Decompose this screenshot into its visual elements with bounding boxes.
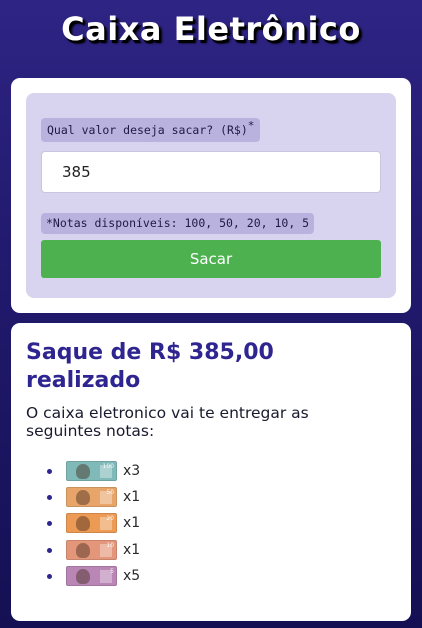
note-count: x5 — [123, 567, 141, 584]
withdraw-form-card: Qual valor deseja sacar? (R$)* *Notas di… — [11, 78, 411, 313]
note-count: x3 — [123, 463, 141, 480]
withdraw-form: Qual valor deseja sacar? (R$)* *Notas di… — [26, 93, 396, 298]
banknote-10-icon: 10 — [66, 539, 117, 560]
note-item: 50 x1 — [26, 484, 140, 510]
app-title: Caixa Eletrônico — [61, 10, 361, 48]
required-mark: * — [247, 119, 255, 132]
note-item: 100 x3 — [26, 458, 140, 484]
banknote-50-icon: 50 — [66, 487, 117, 508]
bullet — [47, 495, 52, 501]
notes-list: 100 x3 50 x1 20 x1 10 x1 5 x5 — [26, 458, 140, 589]
result-title: Saque de R$ 385,00 realizado — [26, 340, 274, 393]
note-item: 10 x1 — [26, 537, 140, 563]
banknote-denomination: 5 — [110, 567, 114, 575]
bullet — [47, 469, 52, 474]
amount-input[interactable] — [41, 151, 381, 193]
banknote-20-icon: 20 — [66, 513, 117, 534]
banknote-denomination: 20 — [106, 515, 114, 523]
amount-label-text: Qual valor deseja sacar? (R$) — [47, 123, 248, 137]
result-card: Saque de R$ 385,00 realizado O caixa ele… — [11, 323, 411, 621]
bullet — [47, 547, 52, 553]
banknote-denomination: 100 — [102, 463, 114, 471]
result-message: O caixa eletronico vai te entregar as se… — [26, 404, 309, 440]
note-count: x1 — [123, 515, 141, 532]
note-item: 5 x5 — [26, 563, 140, 589]
banknote-denomination: 10 — [106, 541, 114, 549]
available-notes-hint: *Notas disponíveis: 100, 50, 20, 10, 5 — [41, 213, 315, 234]
note-item: 20 x1 — [26, 510, 140, 536]
note-count: x1 — [123, 541, 141, 558]
banknote-denomination: 50 — [106, 489, 114, 497]
bullet — [47, 573, 52, 579]
amount-label: Qual valor deseja sacar? (R$)* — [41, 118, 261, 142]
banknote-100-icon: 100 — [66, 461, 117, 482]
bullet — [47, 521, 52, 527]
banknote-5-icon: 5 — [66, 565, 117, 586]
note-count: x1 — [123, 489, 141, 506]
withdraw-button[interactable]: Sacar — [41, 240, 381, 278]
